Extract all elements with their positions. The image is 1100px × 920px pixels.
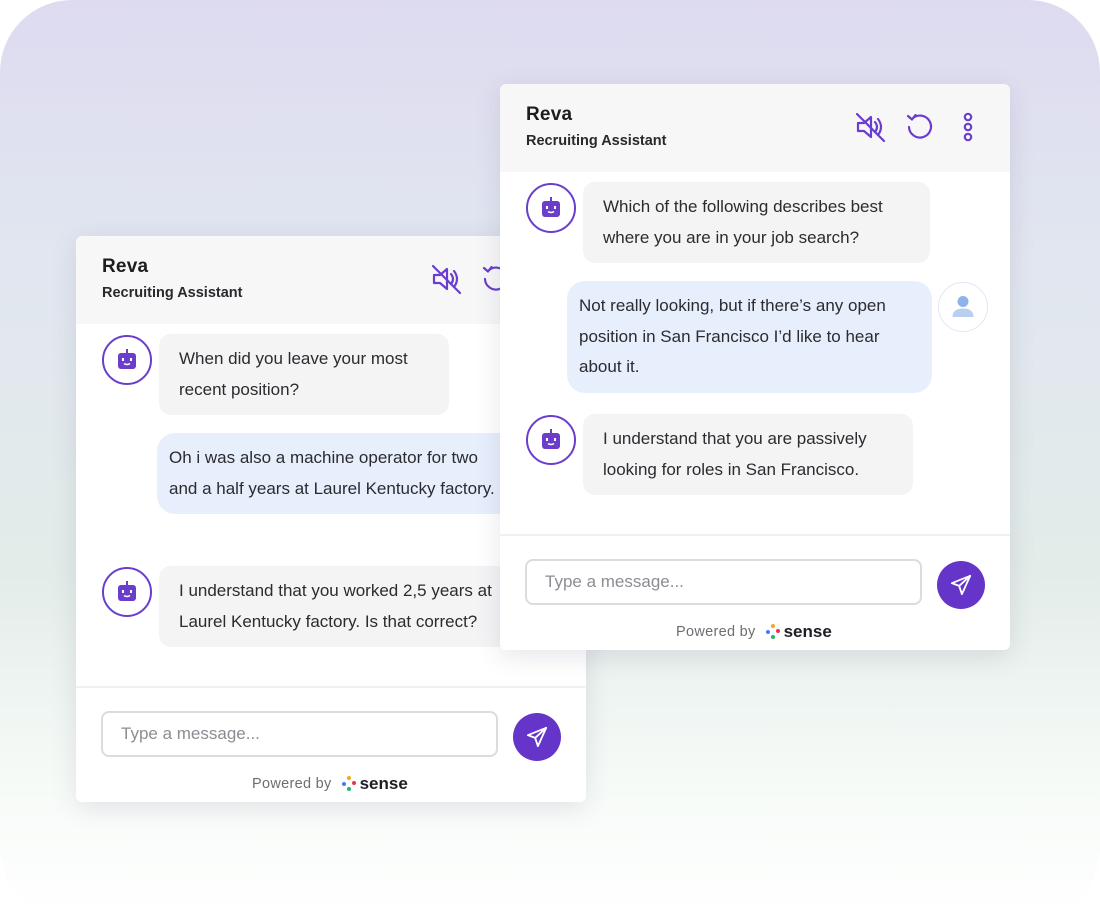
robot-icon	[542, 197, 560, 217]
assistant-role: Recruiting Assistant	[526, 133, 667, 149]
bot-message: I understand that you are passively look…	[583, 414, 913, 495]
bot-message: I understand that you worked 2,5 years a…	[159, 566, 529, 647]
powered-by: Powered by sense	[252, 774, 408, 794]
brand-name: sense	[359, 774, 408, 793]
user-message: Not really looking, but if there’s any o…	[567, 281, 932, 393]
chat-header: Reva Recruiting Assistant	[500, 84, 1010, 172]
restart-icon[interactable]	[903, 110, 937, 144]
background-card: Reva Recruiting Assistant When did you l…	[0, 0, 1100, 920]
bot-avatar	[102, 567, 152, 617]
robot-icon	[118, 349, 136, 369]
robot-icon	[118, 581, 136, 601]
user-avatar	[938, 282, 988, 332]
divider	[76, 686, 586, 688]
chat-widget-front: Reva Recruiting Assistant Which of the f…	[500, 84, 1010, 650]
message-input[interactable]	[101, 711, 498, 757]
powered-by-label: Powered by	[676, 624, 756, 640]
assistant-name: Reva	[102, 256, 149, 277]
send-button[interactable]	[937, 561, 985, 609]
robot-icon	[542, 429, 560, 449]
powered-by: Powered by sense	[676, 622, 832, 642]
assistant-name: Reva	[526, 104, 573, 125]
bot-avatar	[526, 183, 576, 233]
bot-avatar	[526, 415, 576, 465]
send-icon	[526, 726, 548, 748]
more-vertical-icon[interactable]	[951, 110, 985, 144]
send-button[interactable]	[513, 713, 561, 761]
bot-avatar	[102, 335, 152, 385]
bot-message: When did you leave your most recent posi…	[159, 334, 449, 415]
user-message: Oh i was also a machine operator for two…	[157, 433, 517, 514]
bot-message: Which of the following describes best wh…	[583, 182, 930, 263]
sense-logo-icon	[341, 776, 356, 792]
person-icon	[952, 296, 974, 317]
brand-name: sense	[783, 622, 832, 641]
sound-off-icon[interactable]	[430, 262, 464, 296]
divider	[500, 534, 1010, 536]
assistant-role: Recruiting Assistant	[102, 285, 243, 301]
send-icon	[950, 574, 972, 596]
powered-by-label: Powered by	[252, 776, 332, 792]
sense-logo-icon	[765, 624, 780, 640]
message-input[interactable]	[525, 559, 922, 605]
sound-off-icon[interactable]	[854, 110, 888, 144]
